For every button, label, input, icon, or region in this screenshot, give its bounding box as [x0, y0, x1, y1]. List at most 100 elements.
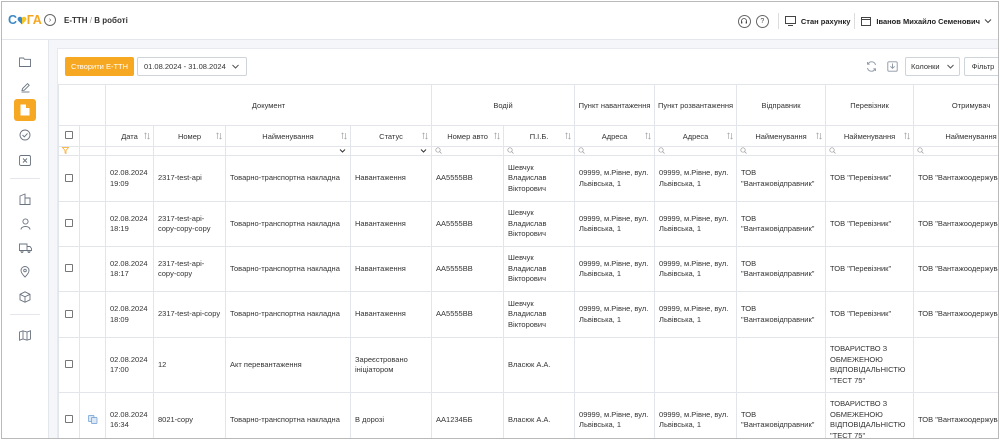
cell-status: Навантаження [349, 291, 433, 338]
collapse-sidebar-button[interactable]: › [44, 14, 56, 26]
filter-number[interactable] [153, 146, 226, 156]
logo[interactable]: С ГА [8, 13, 42, 27]
cell-status: Зареєстровано ініціатором [349, 337, 433, 393]
filter-date[interactable] [105, 146, 154, 156]
account-status-button[interactable]: Стан рахунку [784, 16, 850, 26]
sort-icon[interactable] [727, 132, 733, 140]
chevron-down-icon [420, 149, 427, 153]
row-checkbox[interactable] [65, 173, 73, 182]
row-checkbox[interactable] [65, 309, 73, 318]
cell-car: АА5555ВВ [431, 201, 505, 247]
help-icon[interactable]: ? [755, 14, 769, 28]
breadcrumb-section[interactable]: Е-ТТН [64, 16, 88, 25]
col-date[interactable]: Дата [105, 125, 154, 147]
row-checkbox[interactable] [65, 219, 73, 227]
col-name[interactable]: Найменування [225, 125, 351, 147]
cell-number[interactable]: 2317-test-api [153, 155, 226, 202]
user-menu-button[interactable]: Іванов Михайло Семенович [861, 16, 992, 26]
filter-sender[interactable] [736, 146, 827, 156]
sort-icon[interactable] [494, 132, 500, 140]
col-driver-name[interactable]: П.І.Б. [503, 125, 576, 147]
col-load-address[interactable]: Адреса [574, 125, 656, 147]
sort-icon[interactable] [816, 132, 822, 140]
sort-icon[interactable] [144, 132, 150, 140]
filter-receiver[interactable] [913, 146, 998, 156]
divider [777, 13, 779, 29]
cell-number[interactable]: 12 [153, 337, 226, 393]
search-icon [829, 147, 836, 154]
sidebar-map-icon[interactable] [14, 324, 36, 346]
filter-clear-icon[interactable] [62, 147, 69, 154]
cell-number[interactable]: 2317-test-api-copy-copy-copy [153, 201, 226, 247]
sidebar-check-circle-icon[interactable] [14, 124, 36, 146]
sidebar-buildings-icon[interactable] [14, 188, 36, 210]
table-row[interactable]: 02.08.2024 19:09 2317-test-api Товарно-т… [58, 155, 998, 202]
sort-icon[interactable] [904, 132, 910, 140]
refresh-icon[interactable] [864, 59, 878, 73]
col-status[interactable]: Статус [349, 125, 433, 147]
sidebar-edit-icon[interactable] [14, 76, 36, 98]
filter-name[interactable] [225, 146, 351, 156]
table-row[interactable]: 02.08.2024 18:19 2317-test-api-copy-copy… [58, 201, 998, 247]
row-select-cell [58, 201, 80, 247]
cell-status: Навантаження [349, 155, 433, 202]
documents-link-icon[interactable] [87, 414, 98, 424]
cell-driver: Шевчук Владислав Вікторович [503, 201, 576, 247]
group-document: Документ [104, 84, 433, 126]
table-row[interactable]: 02.08.2024 18:09 2317-test-api-copy Това… [58, 291, 998, 338]
col-car-number[interactable]: Номер авто [431, 125, 505, 147]
col-sender-name[interactable]: Найменування [736, 125, 827, 147]
sort-icon[interactable] [216, 132, 222, 140]
header-column-row: Дата Номер Найменування Статус Номер авт… [58, 125, 998, 147]
filter-unload-address[interactable] [654, 146, 738, 156]
sidebar-location-icon[interactable] [14, 261, 36, 283]
col-carrier-name[interactable]: Найменування [825, 125, 915, 147]
table-row[interactable]: 02.08.2024 16:34 8021-copy Товарно-транс… [58, 392, 998, 438]
col-unload-address[interactable]: Адреса [654, 125, 738, 147]
sidebar-cancel-icon[interactable] [14, 149, 36, 171]
row-icon-cell [79, 291, 106, 338]
cell-number[interactable]: 2317-test-api-copy [153, 291, 226, 338]
sidebar [2, 40, 49, 438]
cell-unload-address [654, 337, 738, 393]
sidebar-document-icon[interactable] [14, 99, 36, 121]
top-right-controls: ? Стан рахунку Іванов Михайло Семенович [737, 11, 992, 31]
filter-driver[interactable] [503, 146, 576, 156]
select-all-checkbox[interactable] [65, 131, 73, 139]
documents-table: Документ Водій Пункт навантаження Пункт … [58, 84, 998, 438]
cell-number[interactable]: 2317-test-api-copy-copy [153, 246, 226, 292]
row-checkbox[interactable] [65, 415, 73, 423]
create-ettn-button[interactable]: Створити Е-ТТН [65, 57, 134, 76]
cell-date: 02.08.2024 18:17 [105, 246, 154, 292]
table-row[interactable]: 02.08.2024 18:17 2317-test-api-copy-copy… [58, 246, 998, 292]
sidebar-folder-icon[interactable] [14, 51, 36, 73]
cell-number[interactable]: 8021-copy [153, 392, 226, 438]
sidebar-box-icon[interactable] [14, 286, 36, 308]
row-checkbox[interactable] [65, 264, 73, 272]
table-row[interactable]: 02.08.2024 17:00 12 Акт перевантаження З… [58, 337, 998, 393]
sidebar-truck-icon[interactable] [14, 237, 36, 259]
col-number[interactable]: Номер [153, 125, 226, 147]
support-headset-icon[interactable] [737, 14, 751, 28]
sort-icon[interactable] [341, 132, 347, 140]
cell-carrier: ТОВАРИСТВО З ОБМЕЖЕНОЮ ВІДПОВІДАЛЬНІСТЮ … [825, 337, 915, 393]
header-group-row: Документ Водій Пункт навантаження Пункт … [58, 84, 998, 126]
row-checkbox[interactable] [65, 360, 73, 368]
sort-icon[interactable] [645, 132, 651, 140]
cell-load-address [574, 337, 656, 393]
sort-icon[interactable] [422, 132, 428, 140]
columns-dropdown[interactable]: Колонки [905, 57, 960, 76]
cell-load-address: 09999, м.Рівне, вул. Львівська, 1 [574, 155, 656, 202]
filter-status[interactable] [349, 146, 433, 156]
filter-load-address[interactable] [574, 146, 656, 156]
filter-car[interactable] [431, 146, 505, 156]
filter-button[interactable]: Фільтр [964, 57, 998, 76]
filter-carrier[interactable] [825, 146, 915, 156]
cell-name: Товарно-транспортна накладна [225, 392, 351, 438]
date-range-picker[interactable]: 01.08.2024 - 31.08.2024 [137, 57, 247, 76]
sidebar-user-icon[interactable] [14, 213, 36, 235]
search-icon [917, 147, 924, 154]
sort-icon[interactable] [565, 132, 571, 140]
download-icon[interactable] [885, 59, 899, 73]
col-receiver-name[interactable]: Найменування [913, 125, 998, 147]
